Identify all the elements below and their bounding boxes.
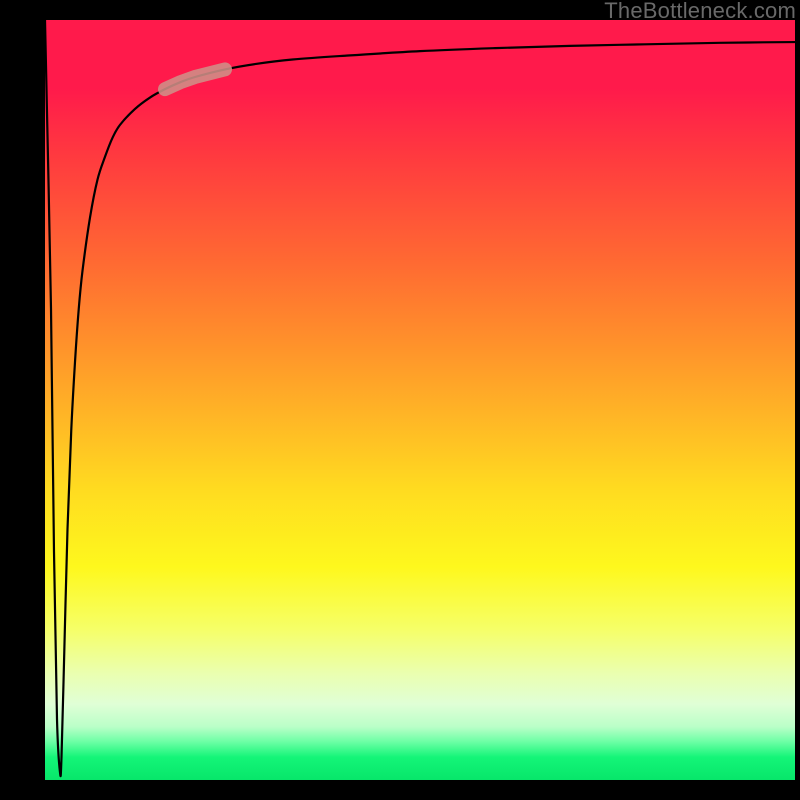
- attribution-text: TheBottleneck.com: [604, 0, 796, 22]
- curve-highlight: [165, 69, 225, 89]
- curve-svg: [45, 20, 795, 780]
- chart-frame: TheBottleneck.com: [0, 0, 800, 800]
- plot-area: [45, 20, 795, 780]
- bottleneck-curve: [45, 20, 795, 776]
